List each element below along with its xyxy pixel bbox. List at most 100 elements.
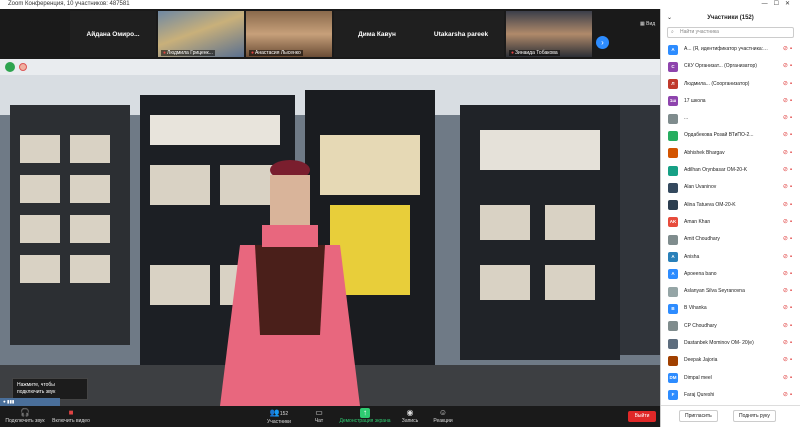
participant-row[interactable]: A Anisha ⊘▪ <box>661 249 800 266</box>
leave-button[interactable]: Выйти <box>628 411 656 422</box>
share-screen-button[interactable]: ↑ Демонстрация экрана <box>338 408 392 424</box>
start-video-button[interactable]: ■ Включить видео <box>48 408 94 424</box>
participant-search-input[interactable]: ⌕ Найти участника <box>667 27 794 38</box>
participant-name: Alan Uvaninov <box>684 184 717 191</box>
participant-row[interactable]: AK Aman Khan ⊘▪ <box>661 214 800 231</box>
video-off-icon: ▪ <box>789 288 794 295</box>
shield-icon[interactable] <box>5 62 15 72</box>
video-off-icon: ▪ <box>789 305 794 312</box>
participant-row[interactable]: Aslanyan Silva Seyranovna ⊘▪ <box>661 283 800 300</box>
search-icon: ⌕ <box>671 29 674 35</box>
next-page-button[interactable]: › <box>596 36 609 49</box>
video-off-icon: ▪ <box>789 357 794 364</box>
gallery-tile[interactable]: Айдана Омиро... <box>70 11 156 57</box>
participant-name: Deepak Jajoria <box>684 357 718 364</box>
participant-name: Alina Tatueva OM-20-K <box>684 201 736 208</box>
participant-row[interactable]: Abhishek Bhargav ⊘▪ <box>661 145 800 162</box>
participant-row[interactable]: Alan Uvaninov ⊘▪ <box>661 179 800 196</box>
gallery-strip: Айдана Омиро... ●Людмила Гриценк... ●Ана… <box>0 9 660 59</box>
chat-button[interactable]: ▭ Чат <box>310 408 328 424</box>
chevron-down-icon[interactable]: ⌄ <box>667 9 672 27</box>
participant-name: Людмила... (Соорганизатор) <box>684 80 750 87</box>
video-off-icon: ▪ <box>789 132 794 139</box>
participant-row[interactable]: Alina Tatueva OM-20-K ⊘▪ <box>661 197 800 214</box>
chat-icon: ▭ <box>315 408 323 417</box>
participant-row[interactable]: Ордабекова Розай ВТиПО-2... ⊘▪ <box>661 127 800 144</box>
window-titlebar: Zoom Конференция, 10 участников: 487581 … <box>0 0 800 9</box>
gallery-tile[interactable]: ●Анастасия Лысенко <box>246 11 332 57</box>
muted-mic-icon: ⊘ <box>782 80 790 87</box>
avatar <box>668 182 678 193</box>
gallery-tile[interactable]: Дима Кавун <box>334 11 420 57</box>
speaker-name-strip: ● ▮▮▮ <box>0 398 60 406</box>
participant-name: Apoeena bano <box>684 270 717 277</box>
video-off-icon: ▪ <box>789 374 794 381</box>
participant-row[interactable]: ... ⊘▪ <box>661 110 800 127</box>
participant-status-icons: ⊘▪ <box>783 58 794 75</box>
view-button[interactable]: ▦ Вид <box>640 21 655 27</box>
gallery-tile[interactable]: ●Зинаида Тобакова <box>506 11 592 57</box>
reactions-button[interactable]: ☺ Реакции <box>430 408 456 424</box>
avatar <box>668 321 678 332</box>
participant-status-icons: ⊘▪ <box>783 335 794 352</box>
record-button[interactable]: ◉ Запись <box>400 408 420 424</box>
participant-status-icons: ⊘▪ <box>783 214 794 231</box>
participant-row[interactable]: А А... (Я, идентификатор участника: 48758… <box>661 41 800 58</box>
avatar: F <box>668 390 678 401</box>
participant-row[interactable]: Amit Choudhary ⊘▪ <box>661 231 800 248</box>
participant-status-icons: ⊘▪ <box>783 110 794 127</box>
invite-button[interactable]: Пригласить <box>679 410 718 422</box>
video-off-icon: ▪ <box>789 167 794 174</box>
join-audio-button[interactable]: 🎧 Подключить звук <box>4 408 46 424</box>
avatar <box>668 355 678 366</box>
muted-mic-icon: ⊘ <box>782 374 790 381</box>
participant-row[interactable]: F Faraj Qureshi ⊘▪ <box>661 387 800 404</box>
muted-mic-icon: ⊘ <box>782 63 790 70</box>
video-off-icon: ▪ <box>789 391 794 398</box>
participant-name: Aman Khan <box>684 218 711 225</box>
avatar: А <box>668 44 678 55</box>
participant-status-icons: ⊘▪ <box>783 300 794 317</box>
video-off-icon: ▪ <box>789 270 794 277</box>
video-off-icon: ▪ <box>789 63 794 70</box>
share-screen-icon: ↑ <box>360 408 370 418</box>
avatar: A <box>668 252 678 263</box>
avatar <box>668 130 678 141</box>
participant-status-icons: ⊘▪ <box>783 387 794 404</box>
participant-name: ... <box>684 115 689 122</box>
participant-row[interactable]: Adilhan Orynbasar OM-20-K ⊘▪ <box>661 162 800 179</box>
avatar: С <box>668 61 678 72</box>
participant-row[interactable]: С СКУ Организат... (Организатор) ⊘▪ <box>661 58 800 75</box>
participant-name: 17 школа <box>684 97 706 104</box>
participant-row[interactable]: 1ш 17 школа ⊘▪ <box>661 93 800 110</box>
record-icon: ◉ <box>406 408 414 417</box>
participant-row[interactable]: Dastanbek Mominov OM- 20(e) ⊘▪ <box>661 335 800 352</box>
participant-row[interactable]: A Apoeena bano ⊘▪ <box>661 266 800 283</box>
participant-status-icons: ⊘▪ <box>783 197 794 214</box>
video-off-icon: ▪ <box>789 218 794 225</box>
participant-name: Aslanyan Silva Seyranovna <box>684 288 745 295</box>
muted-mic-icon: ● <box>511 50 515 56</box>
participant-name: Faraj Qureshi <box>684 391 715 398</box>
participant-name: Dimpal meel <box>684 374 712 381</box>
participant-status-icons: ⊘▪ <box>783 76 794 93</box>
video-off-icon: ▪ <box>789 97 794 104</box>
participant-row[interactable]: DM Dimpal meel ⊘▪ <box>661 370 800 387</box>
video-off-icon: ▪ <box>789 201 794 208</box>
participants-button[interactable]: 👥152 Участники <box>262 408 296 425</box>
participant-row[interactable]: CP Choudhary ⊘▪ <box>661 318 800 335</box>
tile-name: ●Людмила Гриценк... <box>161 50 215 56</box>
muted-mic-icon: ⊘ <box>782 46 790 52</box>
participant-row[interactable]: Deepak Jajoria ⊘▪ <box>661 352 800 369</box>
participant-name: Anisha <box>684 253 700 260</box>
participant-status-icons: ⊘▪ <box>783 266 794 283</box>
window-controls[interactable]: —☐✕ <box>762 0 796 9</box>
gallery-tile[interactable]: Utakarsha pareek <box>418 11 504 57</box>
participant-status-icons: ⊘▪ <box>783 93 794 110</box>
muted-mic-icon: ⊘ <box>782 236 790 243</box>
participant-row[interactable]: Л Людмила... (Соорганизатор) ⊘▪ <box>661 76 800 93</box>
gallery-tile[interactable]: ●Людмила Гриценк... <box>158 11 244 57</box>
raise-hand-button[interactable]: Поднять руку <box>733 410 776 422</box>
participant-row[interactable]: B B Vihanka ⊘▪ <box>661 300 800 317</box>
participant-status-icons: ⊘▪ <box>783 249 794 266</box>
